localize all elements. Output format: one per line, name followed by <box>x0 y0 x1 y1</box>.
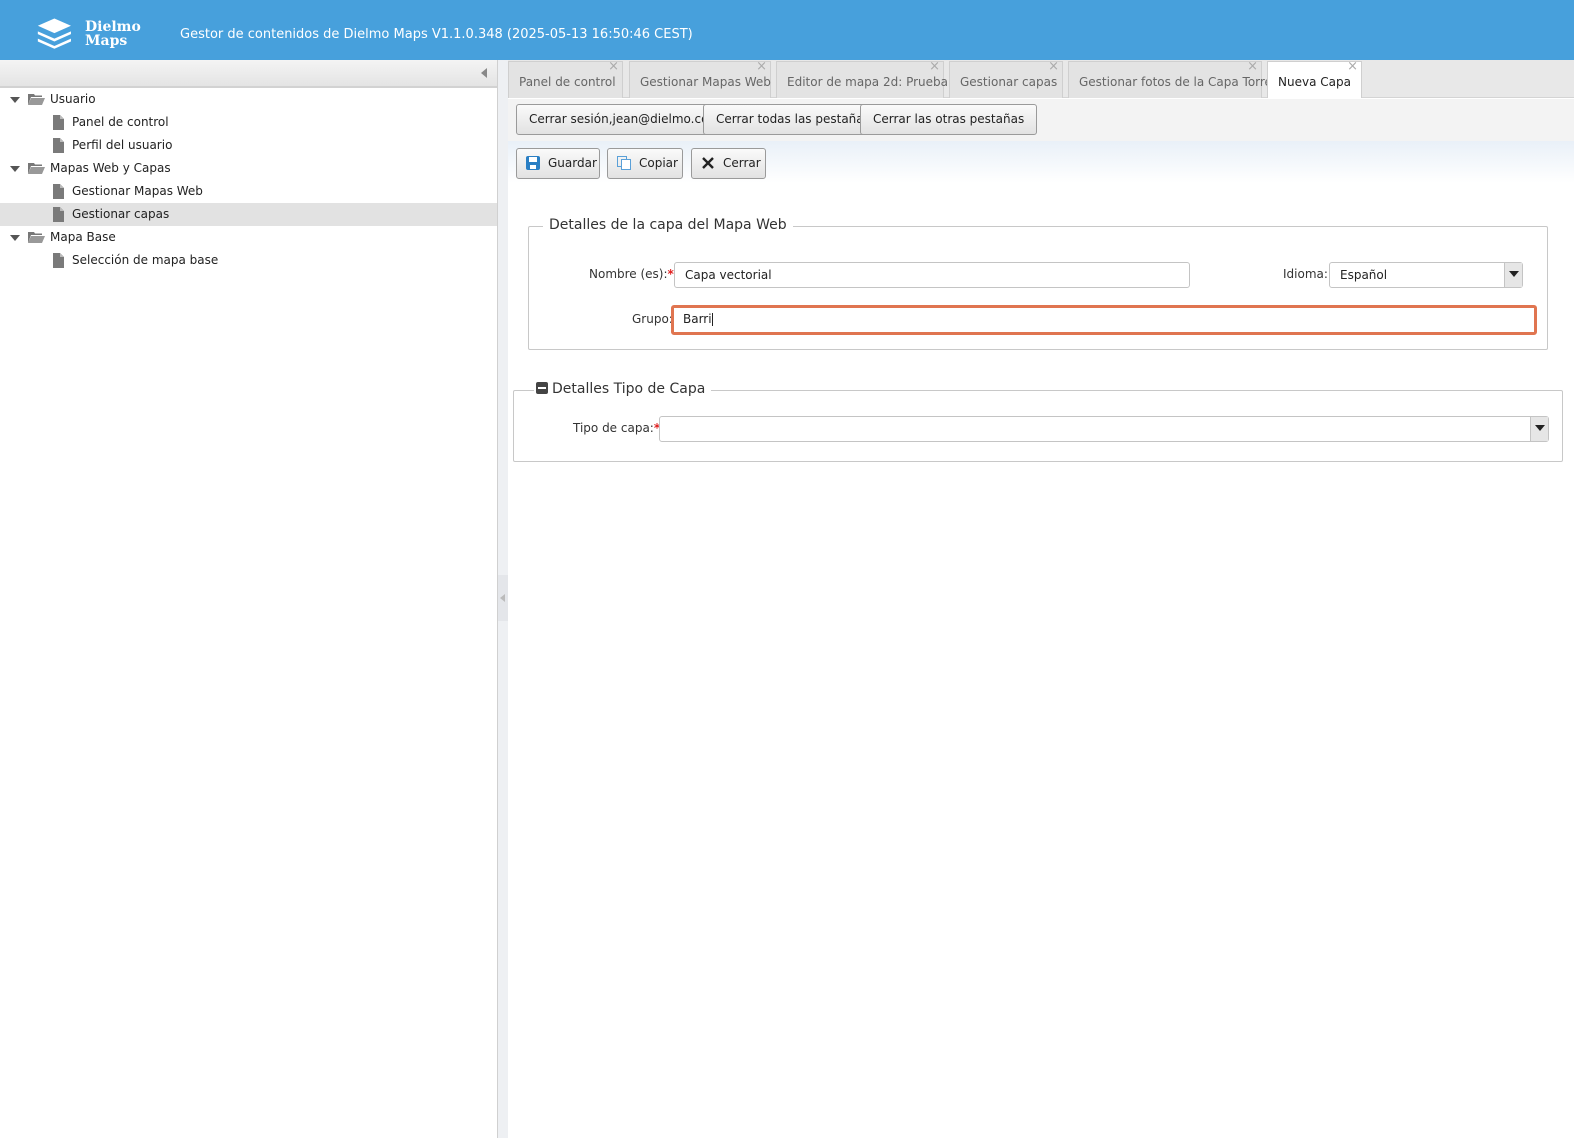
close-x-icon <box>702 157 714 169</box>
navigation-sidebar: Usuario Panel de control Perfil del usua… <box>0 60 498 1138</box>
dropdown-arrow-icon[interactable] <box>1530 417 1548 441</box>
open-folder-icon <box>28 232 45 243</box>
tab-label: Gestionar Mapas Web <box>640 75 771 89</box>
copy-button[interactable]: Copiar <box>607 148 683 179</box>
tab-gestionar-fotos-capa-torre[interactable]: Gestionar fotos de la Capa Torre × <box>1068 59 1272 98</box>
collapse-section-icon[interactable] <box>536 382 548 394</box>
tree-folder-mapas-web-y-capas[interactable]: Mapas Web y Capas <box>0 157 497 180</box>
language-selected-value: Español <box>1340 268 1388 282</box>
close-tab-icon[interactable]: × <box>1247 47 1258 87</box>
expand-arrow-icon[interactable] <box>10 166 20 172</box>
tree-label: Perfil del usuario <box>72 138 173 152</box>
name-field-label: Nombre (es):* <box>589 267 674 281</box>
document-icon <box>53 253 64 268</box>
expand-arrow-icon[interactable] <box>10 97 20 103</box>
dielmo-logo-icon <box>37 18 71 49</box>
tree-label: Panel de control <box>72 115 169 129</box>
save-button[interactable]: Guardar <box>516 148 600 179</box>
tree-label: Selección de mapa base <box>72 253 219 267</box>
tab-label: Gestionar capas <box>960 75 1058 89</box>
document-icon <box>53 184 64 199</box>
close-other-tabs-button[interactable]: Cerrar las otras pestañas <box>860 104 1038 135</box>
tab-gestionar-mapas-web[interactable]: Gestionar Mapas Web × <box>629 59 771 98</box>
navigation-tree: Usuario Panel de control Perfil del usua… <box>0 88 497 272</box>
tab-label: Gestionar fotos de la Capa Torre <box>1079 75 1272 89</box>
app-title: Gestor de contenidos de Dielmo Maps V1.1… <box>180 27 693 42</box>
language-field-label: Idioma: <box>1283 267 1328 281</box>
tree-label: Usuario <box>50 92 96 106</box>
session-toolbar: Cerrar sesión,jean@dielmo.com Cerrar tod… <box>508 99 1574 141</box>
tab-bar: Panel de control × Gestionar Mapas Web ×… <box>508 59 1574 98</box>
tab-panel-de-control[interactable]: Panel de control × <box>508 59 623 98</box>
layer-type-field-label: Tipo de capa:* <box>573 421 661 435</box>
layer-type-legend: Detalles Tipo de Capa <box>534 381 712 397</box>
logo-text: Dielmo Maps <box>85 19 141 49</box>
collapse-sidebar-icon[interactable] <box>481 68 487 78</box>
copy-icon <box>617 156 631 170</box>
tree-label: Gestionar Mapas Web <box>72 184 203 198</box>
dropdown-arrow-icon[interactable] <box>1504 263 1522 287</box>
group-input-value: Barri <box>683 312 712 326</box>
document-icon <box>53 115 64 130</box>
tree-item-gestionar-capas[interactable]: Gestionar capas <box>0 203 497 226</box>
tree-label: Mapas Web y Capas <box>50 161 171 175</box>
splitter-collapse-handle[interactable] <box>498 575 508 621</box>
expand-arrow-icon[interactable] <box>10 235 20 241</box>
close-tab-icon[interactable]: × <box>756 47 767 87</box>
logout-button[interactable]: Cerrar sesión,jean@dielmo.com <box>516 104 734 135</box>
close-tab-icon[interactable]: × <box>1347 47 1358 87</box>
tree-item-panel-de-control[interactable]: Panel de control <box>0 111 497 134</box>
tree-item-seleccion-de-mapa-base[interactable]: Selección de mapa base <box>0 249 497 272</box>
app-header: Dielmo Maps Gestor de contenidos de Diel… <box>0 0 1574 60</box>
tab-label: Nueva Capa <box>1278 75 1351 89</box>
document-icon <box>53 207 64 222</box>
open-folder-icon <box>28 163 45 174</box>
tab-editor-de-mapa-2d[interactable]: Editor de mapa 2d: Prueba × <box>776 59 948 98</box>
required-mark: * <box>667 267 674 281</box>
save-icon <box>526 156 540 170</box>
close-tab-icon[interactable]: × <box>929 47 940 87</box>
close-form-button[interactable]: Cerrar <box>691 148 766 179</box>
tree-item-perfil-del-usuario[interactable]: Perfil del usuario <box>0 134 497 157</box>
copy-label: Copiar <box>639 156 678 170</box>
document-icon <box>53 138 64 153</box>
tab-nueva-capa[interactable]: Nueva Capa × <box>1267 59 1362 98</box>
group-field-label: Grupo: <box>632 312 673 326</box>
tree-item-gestionar-mapas-web[interactable]: Gestionar Mapas Web <box>0 180 497 203</box>
close-all-tabs-button[interactable]: Cerrar todas las pestañas <box>703 104 883 135</box>
open-folder-icon <box>28 94 45 105</box>
name-input[interactable]: Capa vectorial <box>674 262 1190 288</box>
main-content: Panel de control × Gestionar Mapas Web ×… <box>508 59 1574 1138</box>
layer-type-fieldset: Detalles Tipo de Capa Tipo de capa:* <box>513 381 1563 462</box>
sidebar-header <box>0 60 497 88</box>
layer-type-select[interactable] <box>659 416 1549 442</box>
tree-folder-mapa-base[interactable]: Mapa Base <box>0 226 497 249</box>
tab-label: Panel de control <box>519 75 616 89</box>
panel-splitter[interactable] <box>498 60 508 1138</box>
form-toolbar: Guardar Copiar Cerrar <box>508 141 1574 183</box>
close-label: Cerrar <box>723 156 761 170</box>
layer-details-legend: Detalles de la capa del Mapa Web <box>543 217 793 233</box>
tab-gestionar-capas[interactable]: Gestionar capas × <box>949 59 1063 98</box>
tree-folder-usuario[interactable]: Usuario <box>0 88 497 111</box>
save-label: Guardar <box>548 156 597 170</box>
text-cursor <box>711 313 713 326</box>
tree-label: Gestionar capas <box>72 207 170 221</box>
tree-label: Mapa Base <box>50 230 116 244</box>
close-tab-icon[interactable]: × <box>608 47 619 87</box>
tab-label: Editor de mapa 2d: Prueba <box>787 75 948 89</box>
layer-details-fieldset: Detalles de la capa del Mapa Web Nombre … <box>528 217 1548 350</box>
language-select[interactable]: Español <box>1329 262 1523 288</box>
group-input[interactable]: Barri <box>671 305 1537 335</box>
close-tab-icon[interactable]: × <box>1048 47 1059 87</box>
